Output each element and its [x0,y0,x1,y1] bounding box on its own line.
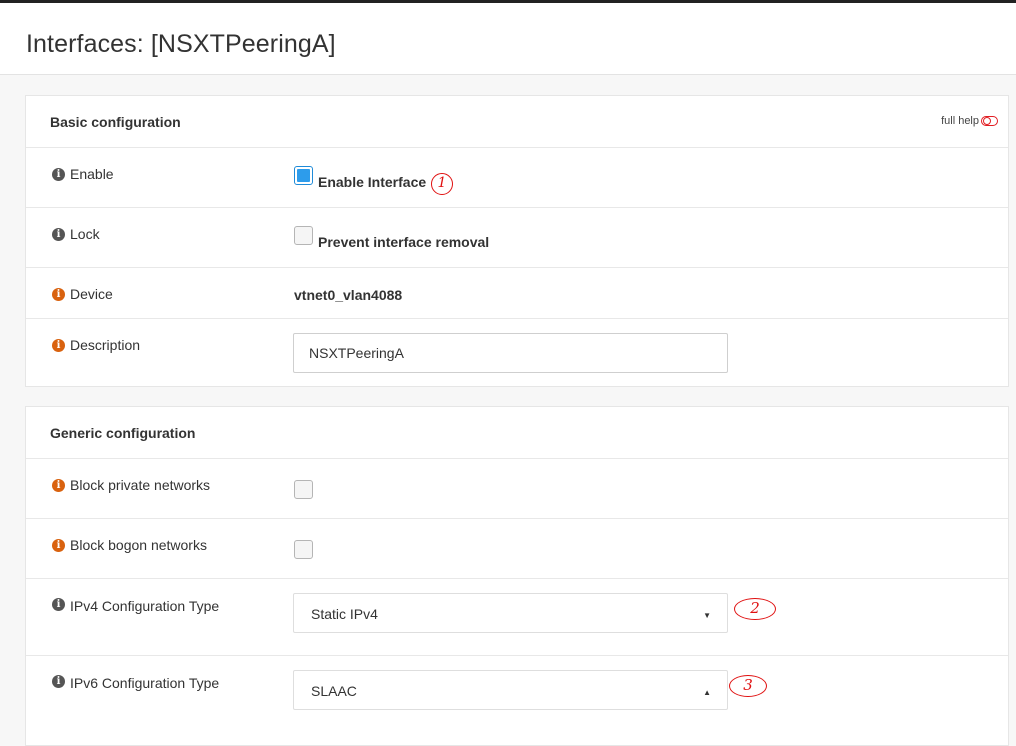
page-title: Interfaces: [NSXTPeeringA] [26,30,336,58]
ipv6-type-select[interactable]: SLAAC ▲ [293,670,728,710]
enable-row: i Enable Enable Interface 1 [26,147,1008,208]
ipv4-row: i IPv4 Configuration Type Static IPv4 ▼ … [26,578,1008,656]
lock-label: i Lock [52,226,100,242]
info-circle-icon[interactable]: i [52,228,65,241]
ipv4-type-value: Static IPv4 [311,606,378,622]
basic-configuration-header: Basic configuration full help [26,96,1008,147]
info-circle-icon[interactable]: i [52,339,65,352]
caret-down-icon: ▼ [703,611,711,620]
block-private-row: i Block private networks [26,458,1008,519]
block-bogon-label: i Block bogon networks [52,537,207,553]
info-circle-icon[interactable]: i [52,598,65,611]
generic-configuration-header: Generic configuration [26,407,1008,458]
ipv4-type-select[interactable]: Static IPv4 ▼ [293,593,728,633]
description-label: i Description [52,337,140,353]
device-label: i Device [52,286,113,302]
description-input[interactable] [293,333,728,373]
device-value: vtnet0_vlan4088 [294,287,403,303]
info-circle-icon[interactable]: i [52,675,65,688]
ipv6-row: i IPv6 Configuration Type SLAAC ▲ 3 [26,655,1008,733]
ipv4-label: i IPv4 Configuration Type [52,596,242,617]
section-title: Generic configuration [50,425,196,441]
info-circle-icon[interactable]: i [52,288,65,301]
prevent-removal-label: Prevent interface removal [318,234,490,250]
info-circle-icon[interactable]: i [52,479,65,492]
full-help-toggle[interactable]: full help [941,115,998,127]
section-title: Basic configuration [50,114,181,130]
block-private-checkbox[interactable] [294,480,313,499]
prevent-removal-checkbox[interactable] [294,226,313,245]
block-private-label: i Block private networks [52,477,210,493]
annotation-3: 3 [729,675,767,697]
caret-up-icon: ▲ [703,688,711,697]
annotation-2: 2 [734,598,776,620]
info-circle-icon[interactable]: i [52,539,65,552]
device-row: i Device vtnet0_vlan4088 [26,267,1008,319]
ipv6-type-value: SLAAC [311,683,357,699]
toggle-off-icon [981,116,998,126]
enable-interface-label: Enable Interface [318,174,427,190]
annotation-1: 1 [431,173,453,195]
basic-configuration-section: Basic configuration full help i Enable E… [25,95,1009,387]
generic-configuration-section: Generic configuration i Block private ne… [25,406,1009,746]
enable-label: i Enable [52,166,114,182]
lock-row: i Lock Prevent interface removal [26,207,1008,268]
info-circle-icon[interactable]: i [52,168,65,181]
block-bogon-row: i Block bogon networks [26,518,1008,579]
full-help-label: full help [941,115,979,127]
ipv6-label: i IPv6 Configuration Type [52,673,242,694]
enable-interface-checkbox[interactable] [294,166,313,185]
page-header: Interfaces: [NSXTPeeringA] [0,3,1016,75]
block-bogon-checkbox[interactable] [294,540,313,559]
description-row: i Description [26,318,1008,387]
